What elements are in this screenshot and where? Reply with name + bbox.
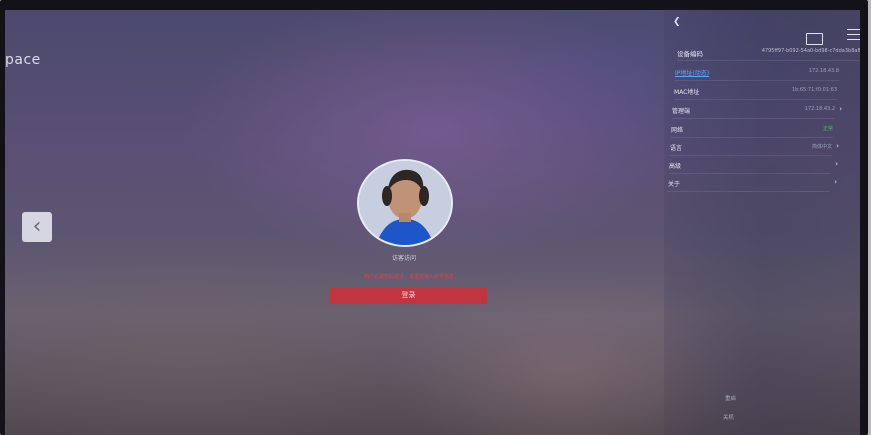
- settings-row-value: 正常: [822, 126, 833, 132]
- settings-row-label: MAC地址: [674, 89, 700, 96]
- restart-button[interactable]: 重启: [725, 394, 736, 402]
- back-button[interactable]: ‹: [22, 212, 52, 242]
- login-button[interactable]: 登录: [330, 287, 487, 304]
- screen-icon[interactable]: [806, 33, 823, 45]
- panel-back-icon[interactable]: ❮: [673, 17, 681, 27]
- settings-row-label: 管理端: [672, 108, 691, 115]
- settings-row-label: 设备编码: [677, 50, 703, 58]
- avatar: [357, 159, 453, 247]
- chevron-right-icon: ›: [834, 178, 837, 186]
- shutdown-button[interactable]: 关机: [723, 413, 734, 421]
- settings-row-label: 语言: [670, 145, 683, 152]
- settings-row-label: 网络: [671, 127, 684, 134]
- chevron-left-icon: ‹: [32, 214, 42, 239]
- photo-frame: pace ‹ 访客访问 用户名或密码错误，请重新输入账号信息 登录 ❮ 设备编码…: [0, 0, 871, 435]
- settings-row-mac: MAC地址 1b:65:71:f0:01:63: [674, 87, 837, 100]
- chevron-right-icon: ›: [836, 142, 839, 150]
- settings-row-advanced[interactable]: 高级 ›: [669, 160, 838, 174]
- settings-row-value: 1b:65:71:f0:01:63: [791, 87, 837, 93]
- chevron-right-icon: ›: [839, 105, 842, 113]
- settings-row-server[interactable]: 管理端 172.18.43.2 ›: [672, 105, 842, 119]
- chevron-right-icon: ›: [835, 160, 838, 168]
- settings-row-label[interactable]: IP地址(动态): [675, 68, 709, 77]
- error-message: 用户名或密码错误，请重新输入账号信息: [363, 274, 454, 280]
- settings-row-value: 4795ff97-b092-54a0-bd98-c7dda3b8a808: [761, 48, 860, 54]
- username-label: 访客访问: [391, 255, 416, 262]
- settings-row-about[interactable]: 关于 ›: [668, 178, 837, 192]
- brand-text: pace: [5, 52, 41, 68]
- settings-row-ip[interactable]: IP地址(动态) 172.18.43.8: [675, 68, 839, 81]
- settings-row-device-code: 设备编码 4795ff97-b092-54a0-bd98-c7dda3b8a80…: [677, 48, 860, 61]
- screen: pace ‹ 访客访问 用户名或密码错误，请重新输入账号信息 登录 ❮ 设备编码…: [5, 10, 860, 435]
- menu-icon[interactable]: [847, 29, 860, 43]
- settings-row-value: 172.18.43.8: [808, 68, 839, 74]
- settings-row-value: 简体中文: [811, 144, 832, 150]
- settings-row-value: 172.18.43.2: [804, 106, 835, 112]
- settings-row-network: 网络 正常: [671, 125, 833, 138]
- settings-row-label: 关于: [668, 181, 681, 188]
- settings-row-label: 高级: [669, 163, 682, 170]
- settings-row-language[interactable]: 语言 简体中文 ›: [670, 142, 839, 156]
